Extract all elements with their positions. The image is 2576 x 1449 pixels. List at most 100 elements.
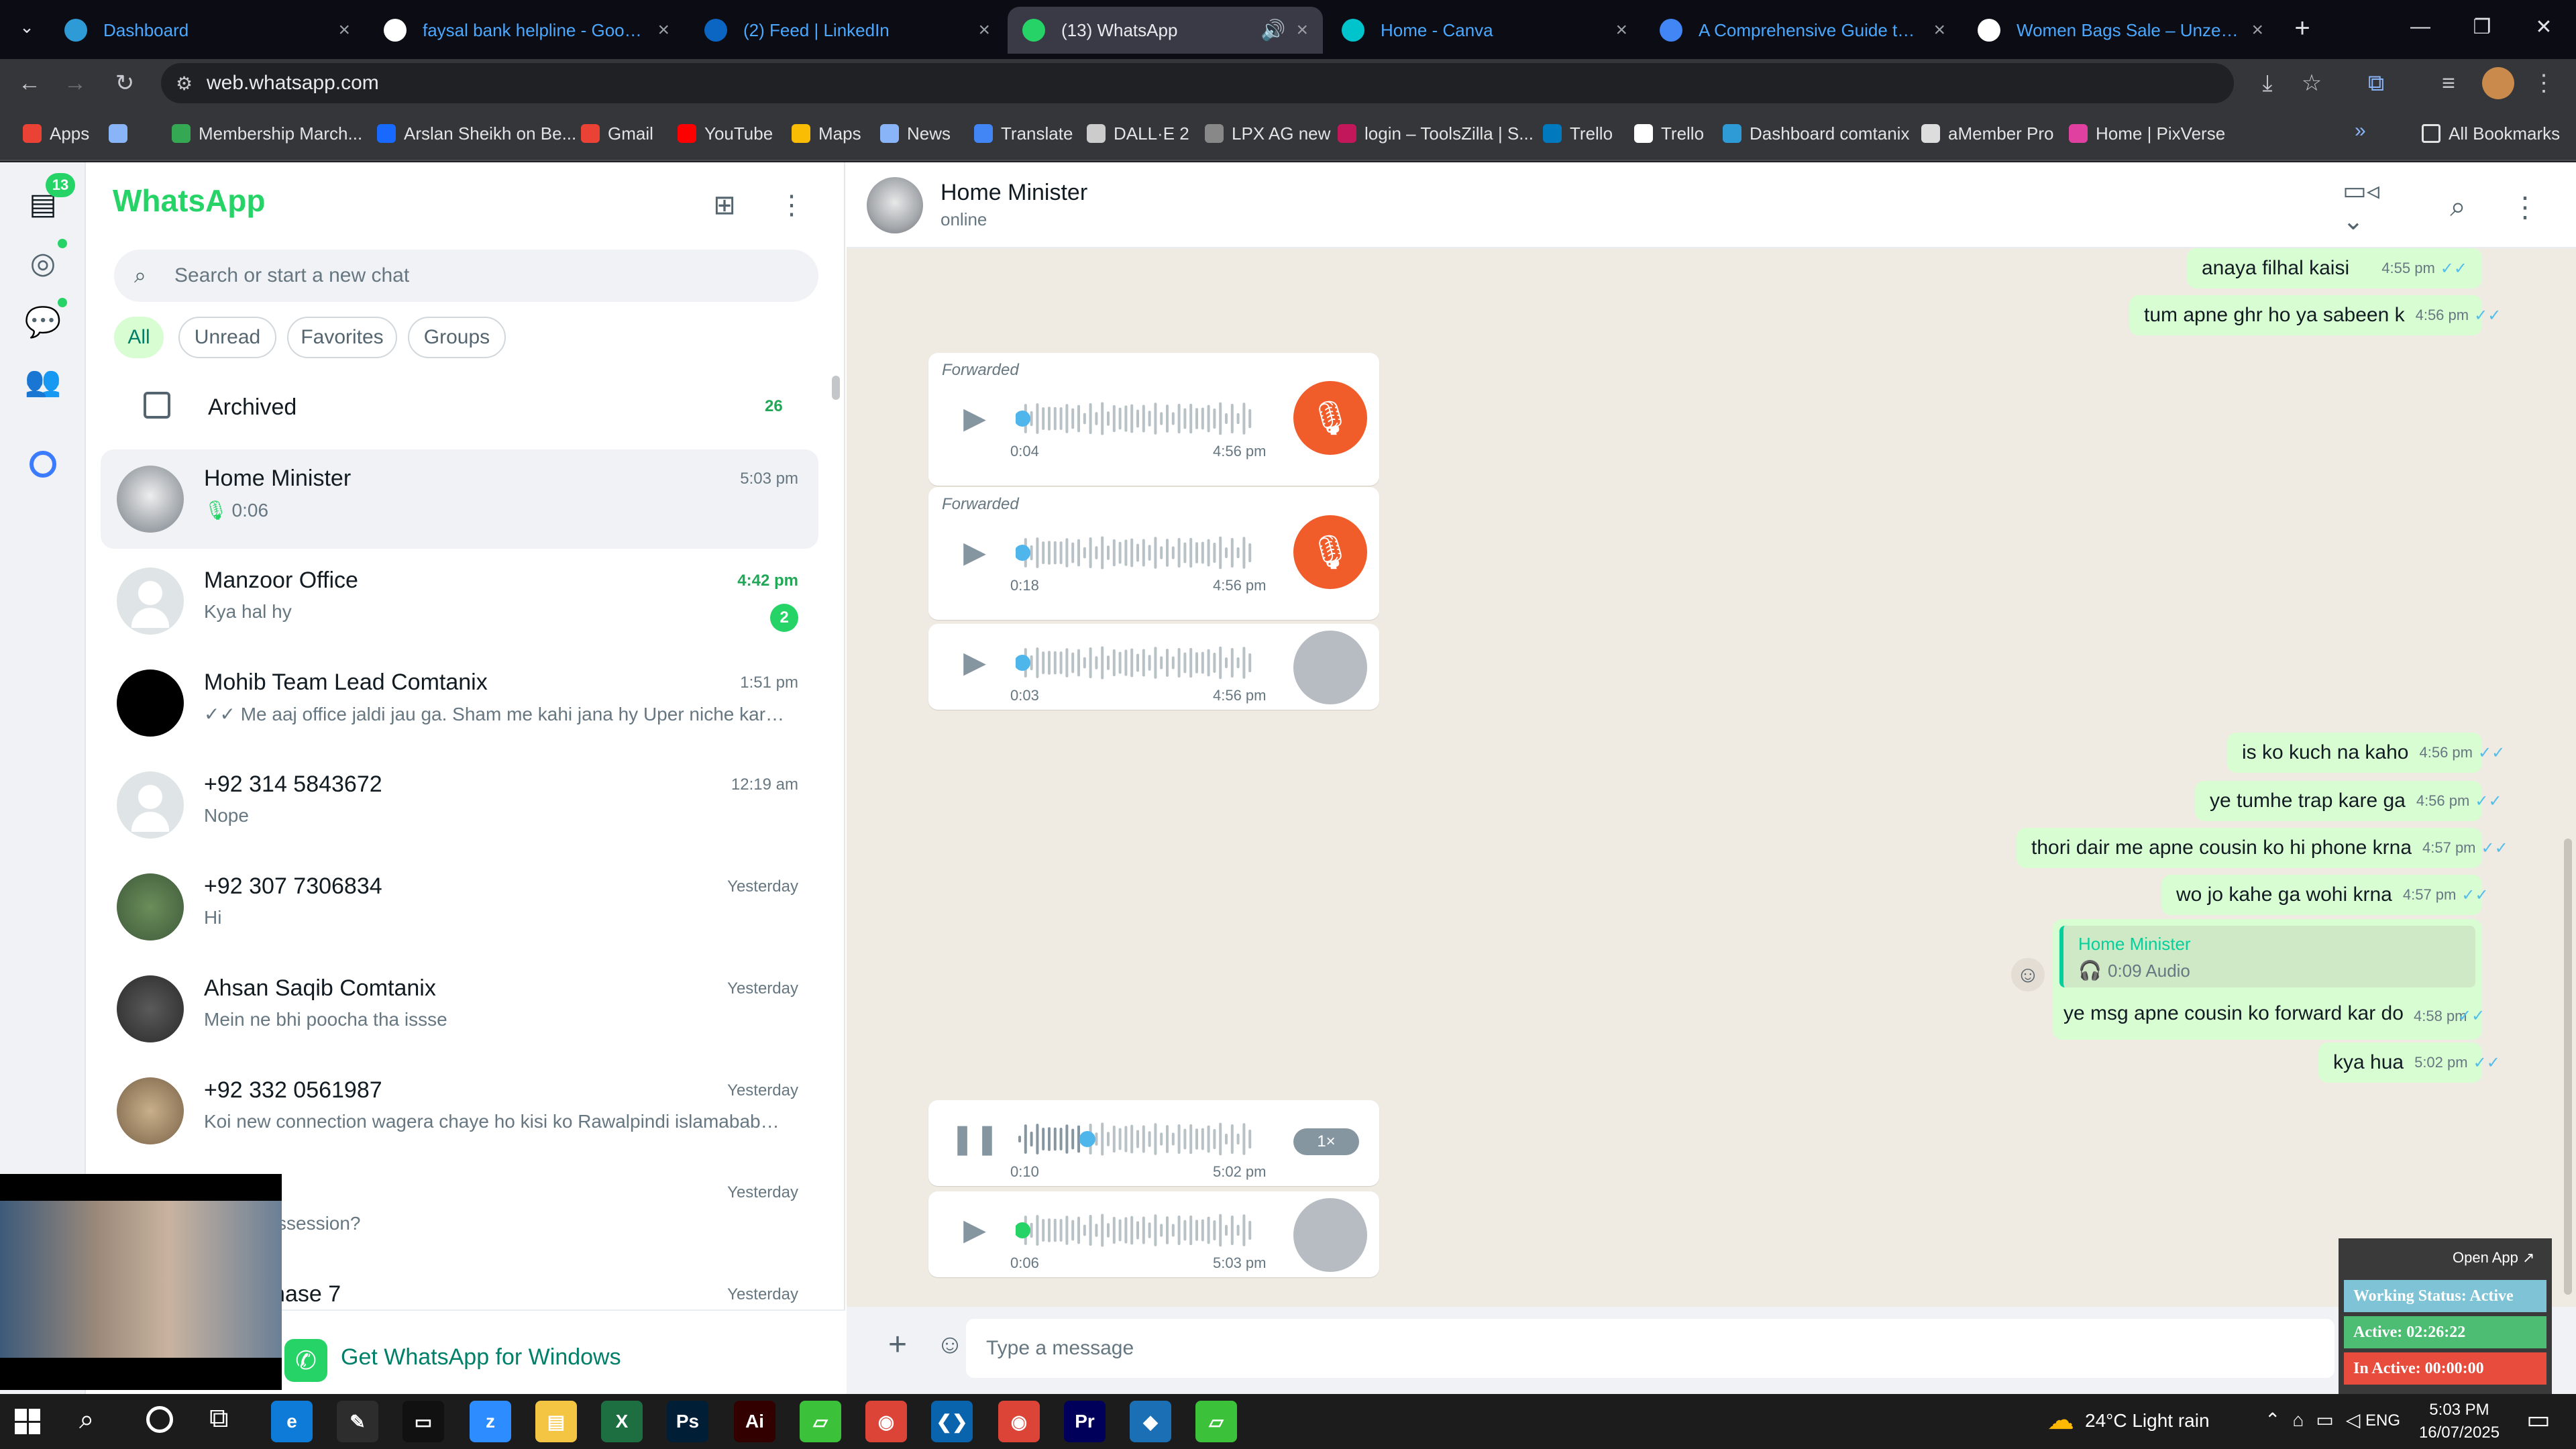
playhead[interactable]: [1016, 411, 1030, 427]
chat-list-scrollbar[interactable]: [832, 376, 840, 400]
clock-time[interactable]: 5:03 PM: [2419, 1401, 2500, 1419]
minimize-button[interactable]: —: [2390, 0, 2451, 54]
filter-chip-groups[interactable]: Groups: [408, 317, 506, 358]
attach-icon[interactable]: +: [879, 1326, 916, 1363]
file-explorer-icon[interactable]: ▤: [535, 1401, 577, 1442]
voice-message[interactable]: Forwarded ▶ 0:18 4:56 pm 🎙: [928, 487, 1379, 620]
edge-icon[interactable]: e: [271, 1401, 313, 1442]
bookmark-item[interactable]: Gmail: [581, 115, 653, 152]
browser-tab[interactable]: Home - Canva ×: [1327, 7, 1642, 54]
photoshop-icon[interactable]: Ps: [667, 1401, 708, 1442]
close-tab-icon[interactable]: ×: [1615, 19, 1627, 42]
chat-row[interactable]: +92 307 7306834 Hi Yesterday: [101, 857, 818, 957]
chat-row[interactable]: +92 314 5843672 Nope 12:19 am: [101, 755, 818, 855]
terminal-icon[interactable]: ▭: [402, 1401, 444, 1442]
forward-icon[interactable]: →: [55, 63, 95, 103]
site-info-icon[interactable]: ⚙: [176, 72, 193, 95]
chat-row[interactable]: Home Minister 🎙 0:06 5:03 pm: [101, 449, 818, 549]
play-icon[interactable]: ▶: [958, 535, 991, 569]
playhead[interactable]: [1079, 1131, 1095, 1147]
filter-chip-all[interactable]: All: [114, 317, 164, 358]
bookmark-item[interactable]: LPX AG new: [1205, 115, 1330, 152]
chat-row[interactable]: Ahsan Saqib Comtanix Mein ne bhi poocha t…: [101, 959, 818, 1059]
play-icon[interactable]: ▶: [958, 401, 991, 435]
notifications-icon[interactable]: ▭: [2526, 1405, 2551, 1435]
outgoing-message[interactable]: kya hua 5:02 pm ✓✓: [2318, 1042, 2500, 1083]
filter-chip-favorites[interactable]: Favorites: [287, 317, 397, 358]
bookmark-item[interactable]: News: [880, 115, 951, 152]
archived-label[interactable]: Archived: [208, 394, 297, 421]
emoji-react-icon[interactable]: ☺: [2011, 958, 2045, 991]
clock-date[interactable]: 16/07/2025: [2412, 1424, 2506, 1442]
new-chat-icon[interactable]: ⊞: [706, 186, 743, 224]
playhead[interactable]: [1016, 545, 1030, 561]
extensions-icon[interactable]: ⧉: [2356, 63, 2396, 103]
tray-icons[interactable]: ⌃⌂▭◁: [2265, 1409, 2372, 1431]
browser-tab[interactable]: Women Bags Sale – Unze London ×: [1963, 7, 2278, 54]
new-tab-button[interactable]: +: [2284, 9, 2321, 47]
start-icon[interactable]: [15, 1409, 40, 1434]
bookmark-item[interactable]: Translate: [974, 115, 1073, 152]
chat-menu-icon[interactable]: ⋮: [2506, 188, 2544, 225]
messages-scrollbar[interactable]: [2564, 839, 2572, 1295]
browser-tab[interactable]: Dashboard ×: [50, 7, 365, 54]
app-green2-icon[interactable]: ▱: [1195, 1401, 1237, 1442]
contact-name[interactable]: Home Minister: [941, 180, 1087, 206]
outgoing-message[interactable]: tum apne ghr ho ya sabeen k 4:56 pm ✓✓: [2129, 295, 2501, 335]
language-indicator[interactable]: ENG: [2365, 1411, 2400, 1430]
bookmark-item[interactable]: Dashboard comtanix: [1723, 115, 1909, 152]
browser-tab[interactable]: faysal bank helpline - Google Search ×: [369, 7, 684, 54]
quoted-message[interactable]: Home Minister 🎧 0:09 Audio: [2059, 926, 2475, 987]
outgoing-message[interactable]: is ko kuch na kaho 4:56 pm ✓✓: [2227, 733, 2505, 773]
play-icon[interactable]: ▶: [958, 645, 991, 679]
waveform[interactable]: [1016, 1120, 1254, 1158]
reply-message[interactable]: Home Minister 🎧 0:09 Audio ye msg apne cous…: [2053, 919, 2485, 1040]
menu-icon[interactable]: ⋮: [773, 186, 810, 224]
waveform[interactable]: [1016, 644, 1254, 682]
task-view-icon[interactable]: ⧉: [209, 1403, 229, 1434]
playhead[interactable]: [1016, 1222, 1030, 1238]
video-call-icon[interactable]: ▭◃ ⌄: [2343, 177, 2403, 235]
bookmark-item[interactable]: Trello: [1634, 115, 1704, 152]
chrome-active-icon[interactable]: ◉: [998, 1401, 1040, 1442]
channels-icon[interactable]: 💬: [23, 302, 63, 342]
voice-message-playing[interactable]: ❚❚ 0:10 5:02 pm 1×: [928, 1100, 1379, 1186]
premiere-icon[interactable]: Pr: [1064, 1401, 1106, 1442]
weather-text[interactable]: 24°C Light rain: [2085, 1410, 2210, 1432]
search-input[interactable]: ⌕ Search or start a new chat: [114, 250, 818, 302]
bookmark-item[interactable]: Arslan Sheikh on Be...: [377, 115, 576, 152]
bookmark-item[interactable]: DALL·E 2: [1087, 115, 1189, 152]
profile-avatar[interactable]: [2482, 67, 2514, 99]
vscode-icon[interactable]: ❮❯: [931, 1401, 973, 1442]
chrome-icon[interactable]: ◉: [865, 1401, 907, 1442]
chat-row[interactable]: Mohib Team Lead Comtanix ✓✓ Me aaj office…: [101, 653, 818, 753]
message-input[interactable]: Type a message: [966, 1319, 2334, 1378]
app-blue-icon[interactable]: ◆: [1130, 1401, 1171, 1442]
search-chat-icon[interactable]: ⌕: [2439, 188, 2477, 225]
excel-icon[interactable]: X: [601, 1401, 643, 1442]
bookmark-star-icon[interactable]: ☆: [2292, 63, 2332, 103]
voice-message[interactable]: ▶ 0:06 5:03 pm: [928, 1191, 1379, 1277]
close-tab-icon[interactable]: ×: [1933, 19, 1945, 42]
chat-row[interactable]: +92 332 0561987 Koi new connection wagera…: [101, 1061, 818, 1161]
filter-chip-unread[interactable]: Unread: [178, 317, 276, 358]
close-window-button[interactable]: ✕: [2513, 0, 2575, 54]
close-tab-icon[interactable]: ×: [978, 19, 990, 42]
browser-menu-icon[interactable]: ⋮: [2524, 63, 2564, 103]
waveform[interactable]: [1016, 400, 1254, 437]
zoom-icon[interactable]: z: [470, 1401, 511, 1442]
more-bookmarks-icon[interactable]: »: [2355, 119, 2366, 142]
contact-avatar[interactable]: [867, 177, 923, 233]
pause-icon[interactable]: ❚❚: [950, 1122, 1000, 1155]
communities-icon[interactable]: 👥: [23, 361, 63, 401]
outgoing-message[interactable]: wo jo kahe ga wohi krna 4:57 pm ✓✓: [2161, 875, 2489, 915]
all-bookmarks[interactable]: All Bookmarks: [2422, 115, 2560, 152]
speaker-icon[interactable]: 🔊: [1260, 19, 1285, 42]
get-app-link[interactable]: Get WhatsApp for Windows: [341, 1344, 621, 1371]
bookmark-item[interactable]: [109, 115, 136, 152]
app-green-icon[interactable]: ▱: [800, 1401, 841, 1442]
browser-tab[interactable]: (2) Feed | LinkedIn ×: [690, 7, 1005, 54]
bookmark-item[interactable]: Home | PixVerse: [2069, 115, 2225, 152]
bookmark-item[interactable]: Maps: [792, 115, 861, 152]
pen-icon[interactable]: ✎: [337, 1401, 378, 1442]
